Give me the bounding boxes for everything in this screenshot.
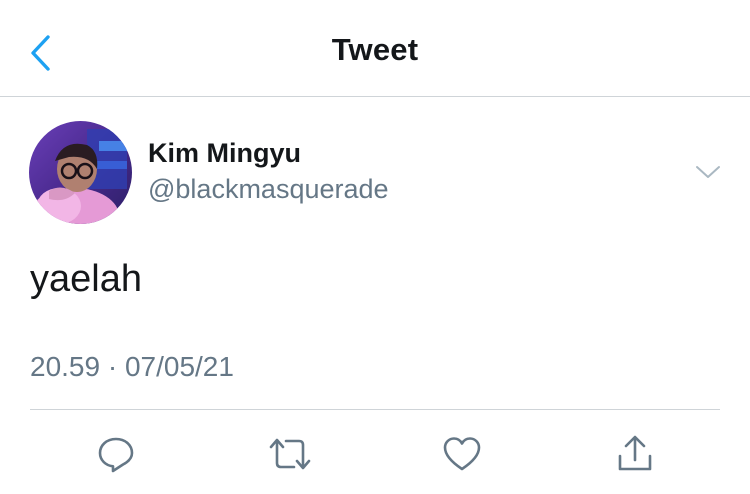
avatar[interactable] (29, 121, 132, 224)
like-icon (443, 437, 481, 471)
share-button[interactable] (613, 432, 657, 476)
page-title: Tweet (331, 32, 419, 67)
reply-button[interactable] (94, 432, 138, 476)
divider (30, 409, 720, 410)
share-icon (618, 435, 652, 471)
reply-icon (98, 437, 134, 473)
avatar-image (29, 121, 132, 224)
retweet-button[interactable] (268, 432, 312, 476)
like-button[interactable] (440, 432, 484, 476)
tweet-timestamp: 20.59 · 07/05/21 (30, 351, 234, 382)
author-name[interactable]: Kim Mingyu (148, 138, 301, 169)
retweet-icon (269, 438, 311, 470)
author-handle[interactable]: @blackmasquerade (148, 174, 389, 205)
nav-header: Tweet (0, 0, 750, 97)
tweet-menu-button[interactable] (692, 158, 724, 186)
chevron-down-icon (696, 166, 720, 178)
tweet-text: yaelah (30, 258, 142, 300)
